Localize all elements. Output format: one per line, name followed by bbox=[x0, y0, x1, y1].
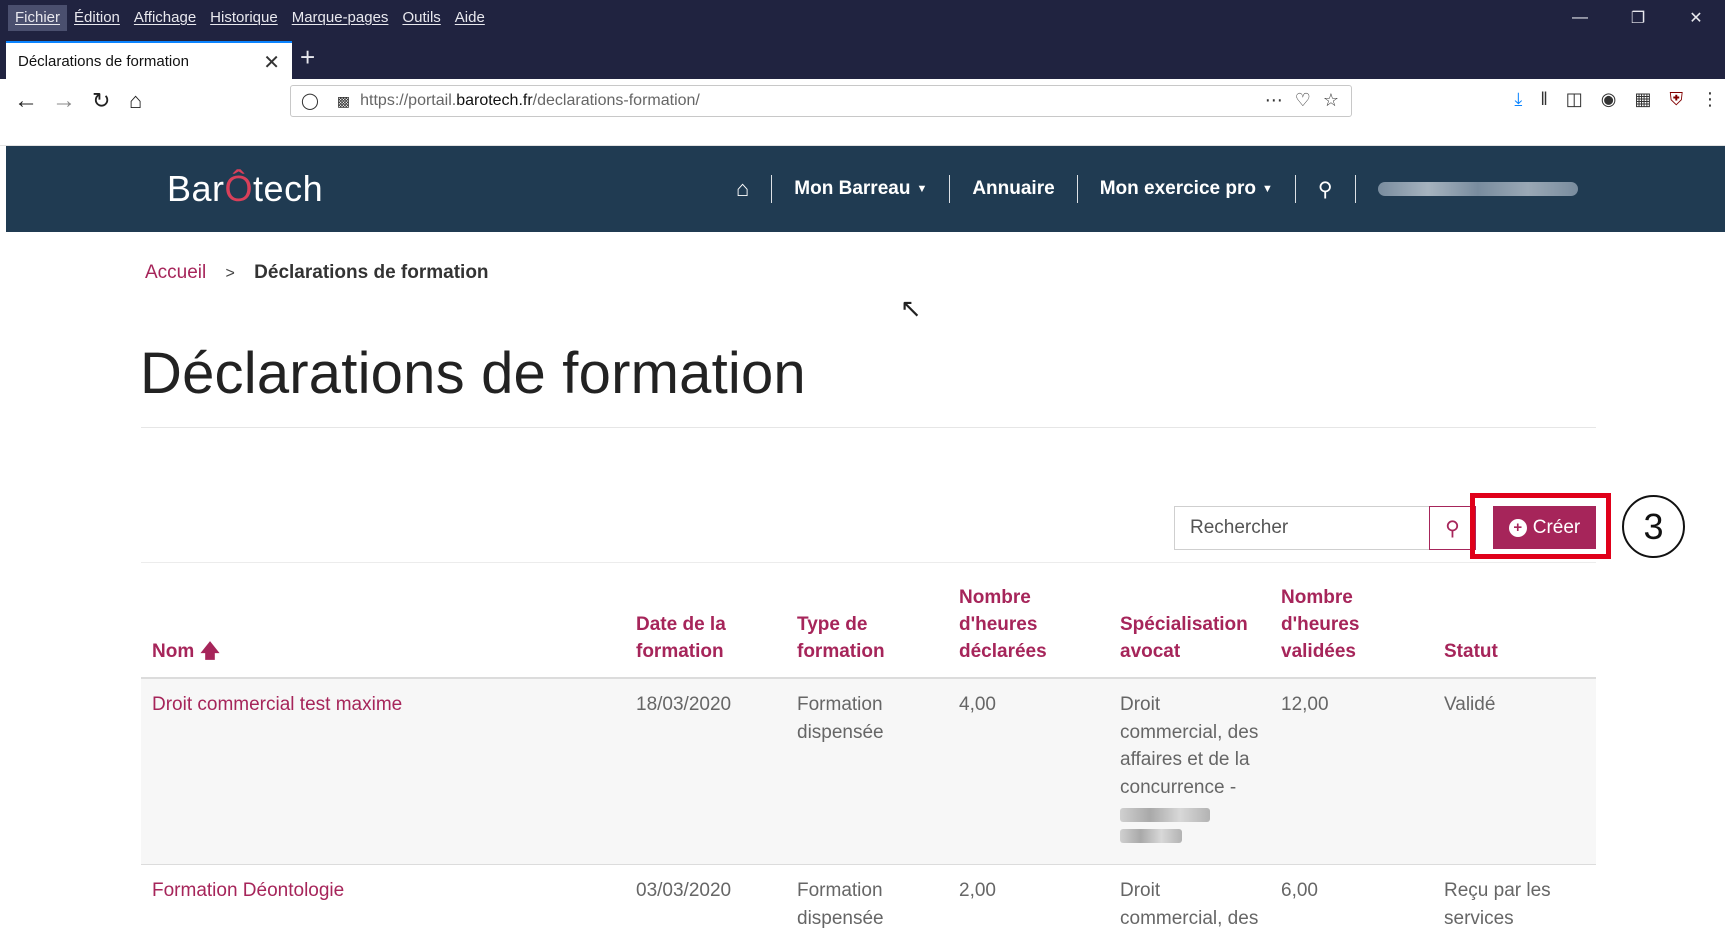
home-icon[interactable]: ⌂ bbox=[129, 88, 142, 114]
column-header-type[interactable]: Type de formation bbox=[797, 611, 885, 665]
search-button[interactable]: ⚲ bbox=[1429, 506, 1476, 550]
breadcrumb-separator: > bbox=[225, 265, 235, 282]
row-date: 18/03/2020 bbox=[636, 694, 732, 715]
download-icon[interactable]: ⤓ bbox=[1514, 89, 1522, 110]
site-header: BarÔtech ⌂ Mon Barreau ▼ Annuaire Mon exe… bbox=[6, 146, 1725, 232]
row-type: Formation dispensée bbox=[797, 880, 884, 929]
nav-separator bbox=[949, 175, 951, 203]
nav-separator bbox=[1294, 175, 1296, 203]
reload-icon[interactable]: ↻ bbox=[92, 88, 110, 114]
url-text[interactable]: https://portail.barotech.fr/declarations… bbox=[360, 92, 700, 110]
row-type: Formation dispensée bbox=[797, 694, 884, 743]
site-nav: ⌂ Mon Barreau ▼ Annuaire Mon exercice pro… bbox=[736, 146, 1578, 232]
nav-annuaire[interactable]: Annuaire bbox=[972, 178, 1054, 200]
nav-mon-exercice-pro[interactable]: Mon exercice pro ▼ bbox=[1100, 178, 1273, 200]
column-header-specialisation[interactable]: Spécialisation avocat bbox=[1120, 611, 1270, 665]
tab-title: Déclarations de formation bbox=[18, 52, 189, 70]
nav-search-icon[interactable]: ⚲ bbox=[1318, 177, 1333, 202]
table-header: Nom 🡅 Date de la formation Type de formatio… bbox=[141, 580, 1596, 679]
nav-separator bbox=[1354, 175, 1356, 203]
account-icon[interactable]: ◉ bbox=[1601, 89, 1617, 110]
back-icon[interactable]: ← bbox=[14, 87, 38, 115]
lock-icon[interactable]: ▩ bbox=[337, 93, 350, 110]
menu-affichage[interactable]: Affichage bbox=[127, 5, 203, 31]
restore-icon[interactable]: ❐ bbox=[1609, 8, 1667, 28]
overflow-menu-icon[interactable]: ⋮ bbox=[1701, 89, 1719, 110]
search-icon: ⚲ bbox=[1445, 517, 1460, 540]
browser-tab[interactable]: Déclarations de formation ✕ bbox=[6, 41, 292, 79]
mouse-cursor-icon: ↖ bbox=[900, 293, 922, 323]
bookmark-star-icon[interactable]: ☆ bbox=[1323, 90, 1339, 111]
breadcrumb-current: Déclarations de formation bbox=[254, 262, 489, 283]
row-name-link[interactable]: Formation Déontologie bbox=[152, 877, 344, 905]
declarations-table: Nom 🡅 Date de la formation Type de formatio… bbox=[141, 580, 1596, 930]
row-date: 03/03/2020 bbox=[636, 880, 732, 901]
blurred-text bbox=[1120, 808, 1210, 822]
browser-menubar: Fichier Édition Affichage Historique Mar… bbox=[0, 0, 1725, 35]
ublock-icon[interactable]: ⛨ bbox=[1670, 89, 1684, 110]
breadcrumb-home[interactable]: Accueil bbox=[145, 262, 206, 283]
row-declared-hours: 2,00 bbox=[959, 880, 996, 901]
extensions-icon[interactable]: ▦ bbox=[1634, 89, 1651, 110]
row-status: Reçu par les services bbox=[1444, 880, 1551, 929]
library-icon[interactable]: ‖ bbox=[1540, 89, 1547, 110]
sidebar-icon[interactable]: ◫ bbox=[1566, 89, 1583, 110]
tab-strip: Déclarations de formation ✕ + bbox=[0, 35, 1725, 79]
menu-aide[interactable]: Aide bbox=[448, 5, 492, 31]
shield-icon[interactable]: ◯ bbox=[301, 91, 319, 111]
plus-circle-icon: + bbox=[1508, 518, 1527, 537]
step-number-badge: 3 bbox=[1622, 495, 1685, 558]
toolbar-icons: ⤓ ‖ ◫ ◉ ▦ ⛨ ⋮ bbox=[1514, 89, 1719, 110]
column-header-nom[interactable]: Nom 🡅 bbox=[152, 638, 220, 665]
menu-outils[interactable]: Outils bbox=[395, 5, 447, 31]
row-validated-hours: 12,00 bbox=[1281, 694, 1329, 715]
user-account-blurred[interactable] bbox=[1377, 182, 1578, 196]
column-header-date[interactable]: Date de la formation bbox=[636, 611, 726, 665]
minimize-icon[interactable]: — bbox=[1551, 9, 1609, 27]
row-name-link[interactable]: Droit commercial test maxime bbox=[152, 691, 402, 719]
table-row: Formation Déontologie 03/03/2020 Formati… bbox=[141, 865, 1596, 930]
nav-separator bbox=[771, 175, 773, 203]
blurred-text bbox=[1120, 829, 1182, 843]
create-button-label: Créer bbox=[1532, 516, 1581, 538]
row-validated-hours: 6,00 bbox=[1281, 880, 1318, 901]
table-row: Droit commercial test maxime 18/03/2020 … bbox=[141, 679, 1596, 865]
forward-icon[interactable]: → bbox=[52, 87, 76, 115]
row-specialisation: Droit commercial, des affaires et de la … bbox=[1120, 691, 1270, 849]
menu-marque-pages[interactable]: Marque-pages bbox=[285, 5, 396, 31]
nav-mon-barreau[interactable]: Mon Barreau ▼ bbox=[794, 178, 927, 200]
row-status: Validé bbox=[1444, 694, 1496, 715]
nav-home-icon[interactable]: ⌂ bbox=[736, 176, 749, 202]
search-group: ⚲ bbox=[1174, 506, 1476, 550]
browser-navbar: ← → ↻ ⌂ ◯ ▩ https://portail.barotech.fr/… bbox=[0, 79, 1725, 146]
sort-up-arrow-icon: 🡅 bbox=[200, 641, 220, 662]
close-window-icon[interactable]: ✕ bbox=[1667, 8, 1725, 28]
column-header-validated-hours[interactable]: Nombre d'heures validées bbox=[1281, 584, 1359, 665]
site-logo[interactable]: BarÔtech bbox=[167, 168, 323, 210]
new-tab-icon[interactable]: + bbox=[300, 43, 315, 71]
menu-fichier[interactable]: Fichier bbox=[8, 4, 68, 31]
row-specialisation: Droit commercial, des bbox=[1120, 880, 1259, 929]
toolbar-divider bbox=[141, 562, 1596, 563]
menu-edition[interactable]: Édition bbox=[67, 5, 127, 31]
row-declared-hours: 4,00 bbox=[959, 694, 996, 715]
caret-down-icon: ▼ bbox=[916, 182, 928, 195]
breadcrumb: Accueil > Déclarations de formation bbox=[145, 262, 489, 284]
search-input[interactable] bbox=[1174, 506, 1429, 550]
title-divider bbox=[141, 427, 1596, 428]
column-header-statut[interactable]: Statut bbox=[1444, 638, 1584, 665]
nav-separator bbox=[1076, 175, 1078, 203]
page-title: Déclarations de formation bbox=[140, 341, 806, 406]
create-button[interactable]: + Créer bbox=[1493, 506, 1596, 549]
close-tab-icon[interactable]: ✕ bbox=[263, 50, 280, 75]
caret-down-icon: ▼ bbox=[1261, 182, 1273, 195]
column-header-declared-hours[interactable]: Nombre d'heures déclarées bbox=[959, 584, 1047, 665]
address-bar[interactable]: ◯ ▩ https://portail.barotech.fr/declarat… bbox=[290, 85, 1352, 117]
menu-historique[interactable]: Historique bbox=[203, 5, 285, 31]
window-controls: — ❐ ✕ bbox=[1551, 0, 1725, 35]
pocket-icon[interactable]: ♡ bbox=[1295, 90, 1311, 111]
page-actions-icon[interactable]: ⋯ bbox=[1265, 90, 1283, 111]
